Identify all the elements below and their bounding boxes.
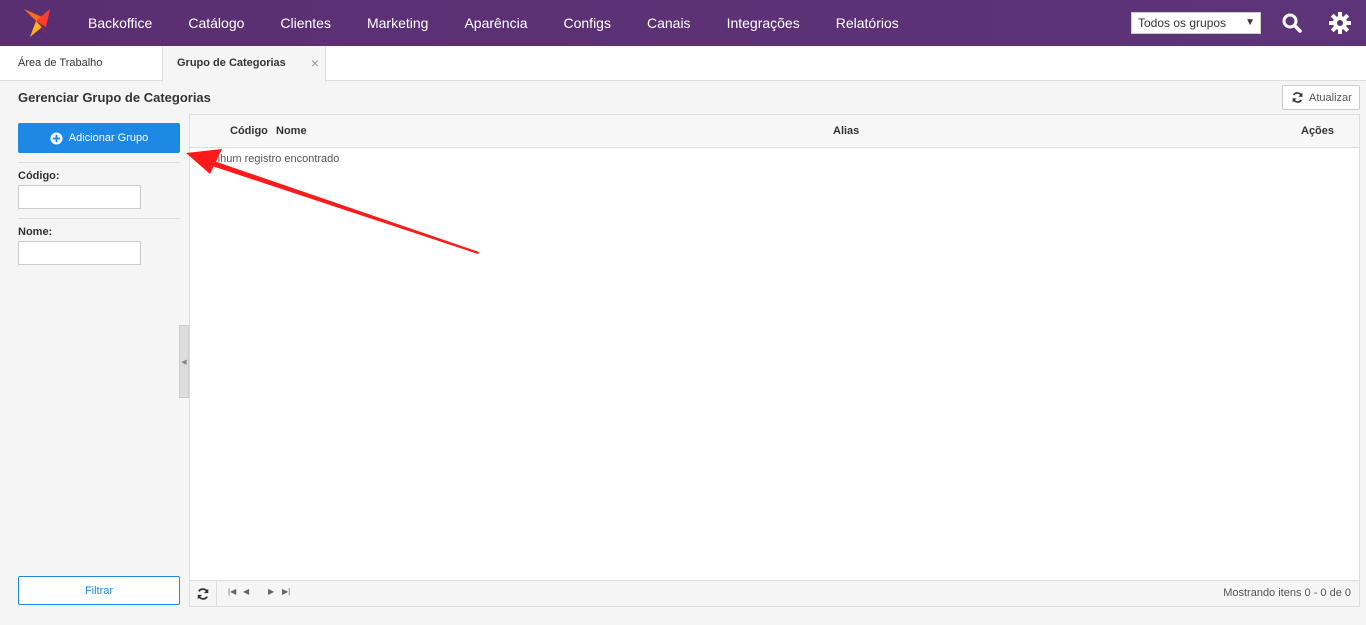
column-header-code[interactable]: Código: [230, 125, 268, 137]
top-navbar: Backoffice Catálogo Clientes Marketing A…: [0, 0, 1366, 46]
name-field[interactable]: [18, 241, 141, 265]
close-icon[interactable]: ×: [311, 46, 319, 80]
main-nav: Backoffice Catálogo Clientes Marketing A…: [70, 0, 917, 46]
name-label: Nome:: [18, 226, 53, 238]
first-page-icon[interactable]: |◀: [228, 587, 236, 596]
group-select[interactable]: Todos os grupos ▼: [1131, 12, 1261, 34]
next-page-icon[interactable]: ▶: [268, 587, 274, 596]
add-group-button[interactable]: Adicionar Grupo: [18, 123, 180, 153]
nav-relatorios[interactable]: Relatórios: [818, 0, 917, 46]
annotation-arrow: [186, 149, 479, 254]
caret-down-icon: ▼: [1245, 17, 1255, 28]
tab-label: Grupo de Categorias: [177, 57, 286, 69]
group-select-value: Todos os grupos: [1138, 16, 1227, 30]
plus-circle-icon: [50, 131, 63, 145]
code-label: Código:: [18, 170, 60, 182]
nav-catalogo[interactable]: Catálogo: [170, 0, 262, 46]
column-header-alias[interactable]: Alias: [833, 125, 859, 137]
divider: [18, 162, 180, 163]
divider: [18, 218, 180, 219]
prev-page-icon[interactable]: ◀: [243, 587, 249, 596]
column-header-actions: Ações: [1301, 125, 1335, 137]
nav-canais[interactable]: Canais: [629, 0, 709, 46]
refresh-label: Atualizar: [1309, 91, 1352, 104]
tab-category-groups[interactable]: Grupo de Categorias ×: [162, 46, 326, 82]
nav-backoffice[interactable]: Backoffice: [70, 0, 170, 46]
filter-sidebar: Adicionar Grupo Código: Nome: Filtrar: [0, 114, 190, 612]
nav-aparencia[interactable]: Aparência: [446, 0, 545, 46]
tab-bar: Área de Trabalho Grupo de Categorias ×: [0, 46, 1366, 82]
page-title: Gerenciar Grupo de Categorias: [18, 90, 211, 105]
refresh-button[interactable]: Atualizar: [1282, 85, 1360, 110]
add-group-label: Adicionar Grupo: [68, 132, 149, 144]
filter-button[interactable]: Filtrar: [18, 576, 180, 605]
grid-pager: |◀ ◀ ▶ ▶| Mostrando itens 0 - 0 de 0: [190, 580, 1359, 606]
x-logo-icon[interactable]: [20, 5, 56, 41]
search-icon[interactable]: [1280, 11, 1304, 35]
code-field[interactable]: [18, 185, 141, 209]
tab-workspace[interactable]: Área de Trabalho: [18, 46, 102, 81]
nav-clientes[interactable]: Clientes: [262, 0, 349, 46]
column-header-name[interactable]: Nome: [276, 125, 307, 137]
paging-info: Mostrando itens 0 - 0 de 0: [1223, 587, 1351, 599]
nav-configs[interactable]: Configs: [546, 0, 629, 46]
gear-icon[interactable]: [1328, 11, 1352, 35]
nav-integracoes[interactable]: Integrações: [709, 0, 818, 46]
grid-refresh-icon[interactable]: [190, 581, 217, 606]
nav-marketing[interactable]: Marketing: [349, 0, 446, 46]
collapse-sidebar-handle[interactable]: ◀: [179, 325, 189, 398]
refresh-icon: [1292, 92, 1303, 103]
last-page-icon[interactable]: ▶|: [282, 587, 290, 596]
